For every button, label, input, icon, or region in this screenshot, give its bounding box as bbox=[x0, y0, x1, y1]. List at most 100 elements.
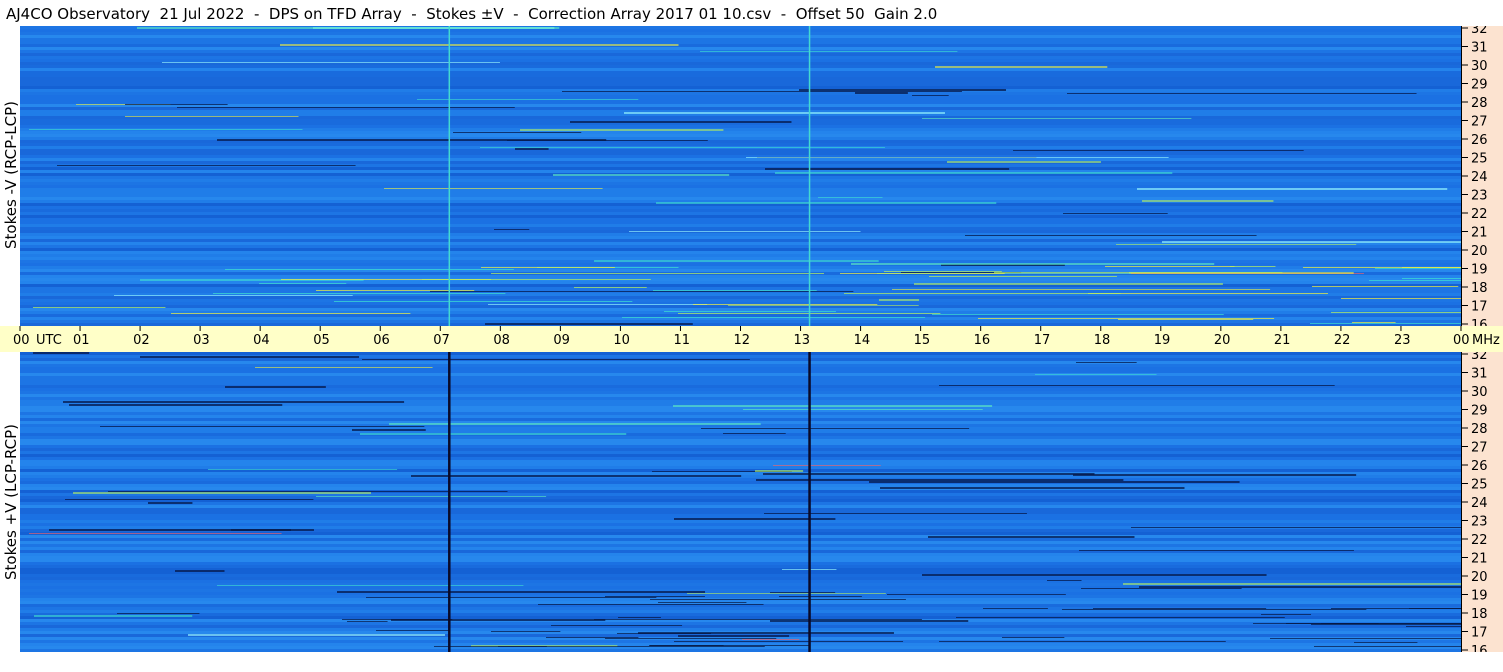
spectrogram-band bbox=[20, 155, 1461, 158]
spectrogram-streak bbox=[1076, 362, 1137, 363]
freq-tick-label: 22 bbox=[1471, 207, 1488, 222]
spectrogram-streak bbox=[742, 639, 800, 640]
spectrogram-streak bbox=[1162, 241, 1461, 243]
spectrogram-streak bbox=[1375, 268, 1461, 269]
spectrogram-band bbox=[20, 595, 1461, 598]
spectrogram-streak bbox=[1081, 588, 1242, 589]
spectrogram-streak bbox=[687, 593, 886, 594]
spectrogram-streak bbox=[453, 132, 582, 133]
spectrogram-band bbox=[20, 502, 1461, 505]
spectrogram-band bbox=[20, 65, 1461, 68]
spectrogram-band bbox=[20, 547, 1461, 550]
time-tick-label: 18 bbox=[1094, 333, 1111, 348]
spectrogram-streak bbox=[656, 202, 997, 204]
time-tick-label: 20 bbox=[1214, 333, 1231, 348]
spectrogram-band bbox=[20, 577, 1461, 580]
spectrogram-streak bbox=[114, 295, 353, 296]
spectrogram-band bbox=[20, 430, 1461, 433]
bottom-spectrogram bbox=[20, 352, 1461, 652]
spectrogram-streak bbox=[1093, 608, 1267, 609]
freq-tick-label: 31 bbox=[1471, 367, 1488, 382]
spectrogram-streak bbox=[1369, 280, 1461, 281]
spectrogram-band bbox=[20, 71, 1461, 74]
spectrogram-streak bbox=[840, 273, 1005, 274]
spectrogram-band bbox=[20, 179, 1461, 182]
spectrogram-band bbox=[20, 496, 1461, 499]
spectrogram-band bbox=[20, 466, 1461, 469]
spectrogram-band bbox=[20, 104, 1461, 107]
spectrogram-band bbox=[20, 308, 1461, 311]
spectrogram-streak bbox=[935, 66, 1108, 68]
freq-tick-label: 18 bbox=[1471, 281, 1488, 296]
freq-tick-label: 32 bbox=[1471, 352, 1488, 363]
spectrogram-streak bbox=[376, 630, 449, 631]
mhz-unit-label: MHz bbox=[1472, 333, 1500, 348]
spectrogram-band bbox=[20, 170, 1461, 173]
spectrogram-streak bbox=[316, 496, 547, 497]
freq-tick-label: 26 bbox=[1471, 459, 1488, 474]
bottom-frequency-scale: 16 17 18 19 20 21 22 23 24 25 26 27 28 29 30 31 32 bbox=[1461, 348, 1503, 659]
spectrogram-streak bbox=[57, 165, 356, 166]
time-tick-label: 14 bbox=[854, 333, 871, 348]
spectrogram-streak bbox=[1047, 580, 1082, 581]
spectrogram-streak bbox=[658, 602, 747, 603]
spectrogram-band bbox=[20, 409, 1461, 412]
spectrogram-band bbox=[20, 562, 1461, 565]
spectrogram-streak bbox=[29, 129, 303, 130]
spectrogram-band bbox=[20, 511, 1461, 514]
spectrogram-streak bbox=[887, 594, 1066, 595]
time-tick-label: 07 bbox=[433, 333, 450, 348]
spectrogram-streak bbox=[73, 492, 372, 494]
spectrogram-streak bbox=[1312, 286, 1459, 287]
spectrogram-band bbox=[20, 224, 1461, 227]
spectrogram-band bbox=[20, 80, 1461, 83]
spectrogram-streak bbox=[360, 433, 627, 435]
freq-tick-label: 17 bbox=[1471, 300, 1488, 315]
spectrogram-band bbox=[20, 134, 1461, 137]
spectrogram-streak bbox=[1116, 244, 1357, 245]
spectrogram-streak bbox=[1035, 374, 1157, 375]
time-tick-label: 15 bbox=[914, 333, 931, 348]
spectrogram-band bbox=[20, 370, 1461, 373]
spectrogram-band bbox=[20, 143, 1461, 146]
spectrogram-streak bbox=[799, 89, 1006, 91]
spectrogram-streak bbox=[1002, 637, 1065, 638]
time-tick-label: 13 bbox=[794, 333, 811, 348]
spectrogram-streak bbox=[1402, 278, 1461, 279]
spectrogram-band bbox=[20, 439, 1461, 442]
spectrogram-streak bbox=[1079, 550, 1354, 551]
spectrogram-band bbox=[20, 98, 1461, 101]
spectrogram-band bbox=[20, 101, 1461, 104]
spectrogram-band bbox=[20, 613, 1461, 616]
time-tick-label: 22 bbox=[1334, 333, 1351, 348]
spectrogram-streak bbox=[546, 637, 639, 638]
spectrogram-streak bbox=[434, 646, 765, 647]
spectrogram-streak bbox=[69, 404, 283, 406]
spectrogram-streak bbox=[494, 229, 530, 230]
time-tick-label: 11 bbox=[673, 333, 690, 348]
spectrogram-band bbox=[20, 197, 1461, 200]
spectrogram-band bbox=[20, 520, 1461, 523]
spectrogram-streak bbox=[515, 148, 549, 150]
spectrogram-streak bbox=[892, 289, 1271, 290]
spectrogram-streak bbox=[928, 536, 1135, 538]
freq-tick-label: 32 bbox=[1471, 26, 1488, 37]
freq-tick-label: 25 bbox=[1471, 152, 1488, 167]
spectrogram-streak bbox=[1314, 646, 1461, 647]
freq-tick-label: 23 bbox=[1471, 515, 1488, 530]
spectrogram-streak bbox=[605, 596, 705, 597]
freq-tick-label: 24 bbox=[1471, 496, 1488, 511]
spectrogram-streak bbox=[1105, 266, 1235, 267]
spectrogram-band bbox=[20, 553, 1461, 556]
spectrogram-streak bbox=[208, 469, 398, 470]
top-panel-ylabel: Stokes -V (RCP-LCP) bbox=[2, 101, 20, 249]
spectrogram-band bbox=[20, 173, 1461, 176]
spectrogram-band bbox=[20, 418, 1461, 421]
freq-tick-label: 26 bbox=[1471, 133, 1488, 148]
freq-tick-label: 18 bbox=[1471, 607, 1488, 622]
spectrogram-streak bbox=[624, 112, 945, 114]
spectrogram-band bbox=[20, 248, 1461, 251]
spectrogram-streak bbox=[1063, 213, 1168, 214]
spectrogram-band bbox=[20, 373, 1461, 376]
spectrogram-band bbox=[20, 505, 1461, 508]
